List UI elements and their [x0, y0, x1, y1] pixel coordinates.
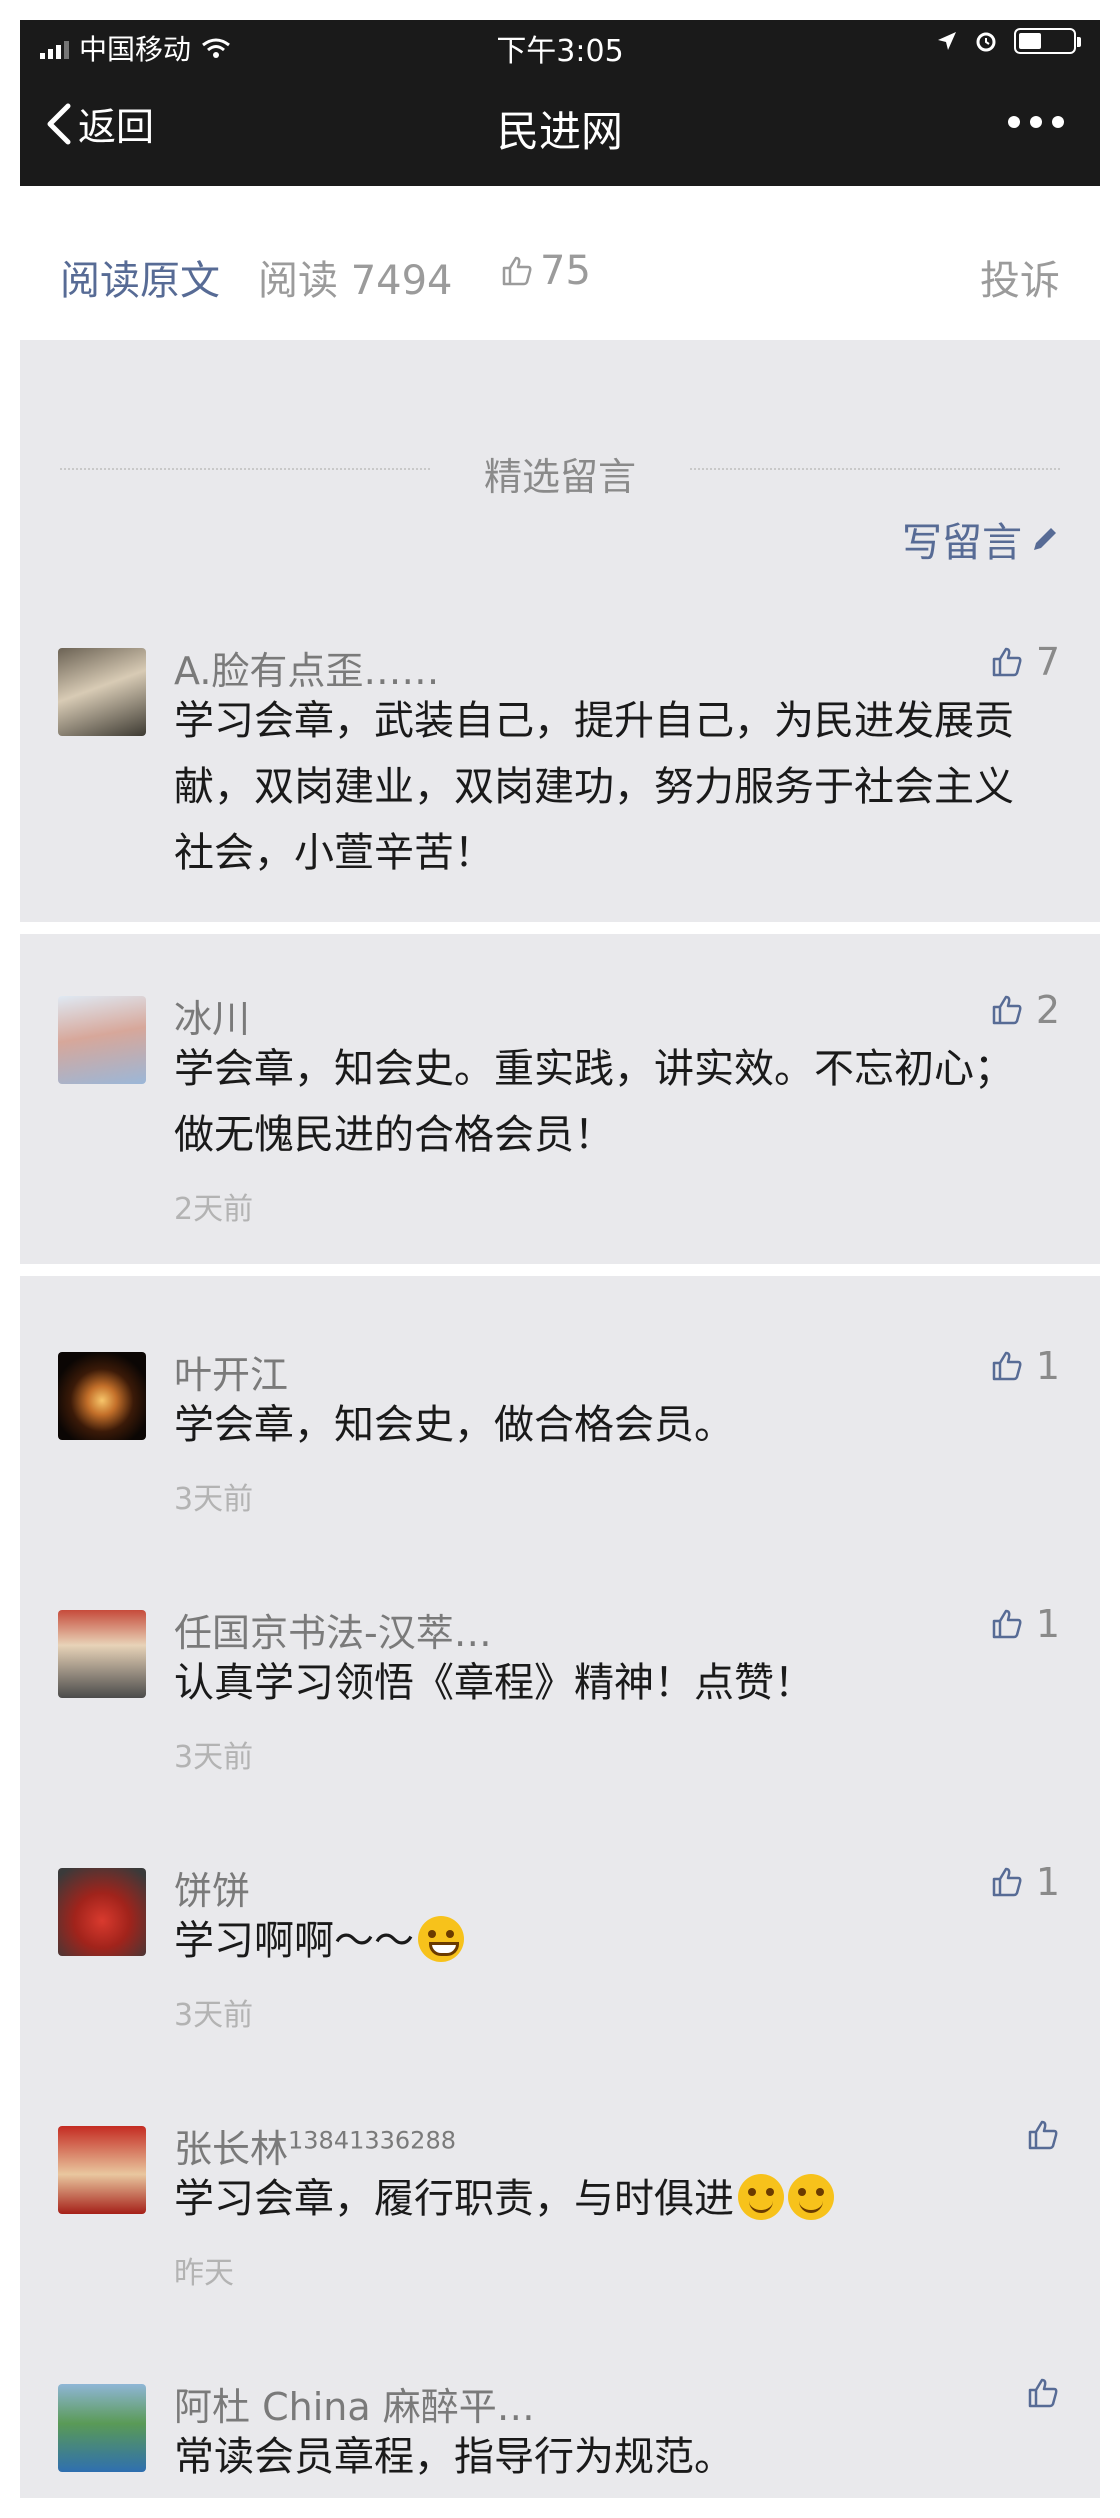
comment-text: 认真学习领悟《章程》精神！点赞！ — [174, 1660, 814, 1706]
comment-time: 3天前 — [174, 1740, 254, 1775]
comment-time: 2天前 — [174, 1192, 254, 1227]
comment-like-button[interactable] — [1026, 2376, 1060, 2410]
comment-time: 3天前 — [174, 1482, 254, 1517]
comment-like-button[interactable]: 2 — [990, 988, 1060, 1032]
write-comment-label: 写留言 — [902, 520, 1022, 566]
comment-nickname[interactable]: A.脸有点歪…… — [174, 640, 439, 695]
nickname-text: 张长林 — [174, 2127, 289, 2171]
article-like-button[interactable]: 75 — [500, 248, 591, 294]
comment-time: 昨天 — [174, 2256, 234, 2291]
comment-like-button[interactable]: 7 — [990, 640, 1060, 684]
avatar[interactable] — [58, 648, 146, 736]
comment-like-count: 7 — [1035, 640, 1060, 684]
comment-text: 学习会章，武装自己，提升自己，为民进发展贡献，双岗建业，双岗建功，努力服务于社会… — [174, 698, 1014, 876]
card-divider — [20, 1264, 1100, 1276]
comment-time: 3天前 — [174, 1998, 254, 2033]
more-button[interactable] — [1008, 116, 1064, 128]
phone-screen: 中国移动 下午3:05 返回 民进网 阅读原文 阅读 7494 75 投诉 精选… — [20, 20, 1100, 2498]
read-count: 阅读 7494 — [258, 258, 453, 304]
comment-nickname[interactable]: 冰川 — [174, 988, 250, 1043]
comment-text: 学习啊啊～～ — [174, 1908, 1034, 1974]
comment-like-button[interactable]: 1 — [990, 1344, 1060, 1388]
comment-text: 学会章，知会史。重实践，讲实效。不忘初心；做无愧民进的合格会员！ — [174, 1046, 1014, 1158]
comment-like-count: 1 — [1035, 1860, 1060, 1904]
article-like-count: 75 — [540, 248, 591, 294]
comment-like-count: 1 — [1035, 1602, 1060, 1646]
read-original-link[interactable]: 阅读原文 — [60, 248, 220, 306]
complain-link[interactable]: 投诉 — [980, 248, 1060, 306]
comment-text-body: 学习会章，履行职责，与时俱进 — [174, 2176, 734, 2222]
comment-nickname[interactable]: 阿杜 China 麻醉平… — [174, 2376, 535, 2431]
section-header: 精选留言 — [60, 446, 1060, 499]
comment-nickname[interactable]: 任国京书法-汉萃… — [174, 1602, 492, 1657]
thumbs-up-icon — [1028, 2378, 1058, 2408]
thumbs-up-icon — [992, 1609, 1022, 1639]
smile-emoji-icon — [738, 2174, 784, 2220]
nickname-suffix: 13841336288 — [288, 2126, 456, 2155]
avatar[interactable] — [58, 1352, 146, 1440]
comment-like-button[interactable]: 1 — [990, 1602, 1060, 1646]
comment-text-body: 学习啊啊～～ — [174, 1918, 414, 1964]
comment-text: 常读会员章程，指导行为规范。 — [174, 2434, 734, 2480]
article-footer: 阅读原文 阅读 7494 75 投诉 — [20, 186, 1100, 340]
thumbs-up-icon — [992, 647, 1022, 677]
alarm-icon — [976, 32, 996, 52]
avatar[interactable] — [58, 996, 146, 1084]
comment-nickname[interactable]: 叶开江 — [174, 1344, 288, 1399]
page-title: 民进网 — [496, 107, 623, 156]
thumbs-up-icon — [1028, 2120, 1058, 2150]
thumbs-up-icon — [992, 1351, 1022, 1381]
avatar[interactable] — [58, 1868, 146, 1956]
card-divider — [20, 922, 1100, 934]
avatar[interactable] — [58, 2126, 146, 2214]
thumbs-up-icon — [502, 256, 532, 286]
comments-section: 精选留言 写留言 A.脸有点歪…… 7 学习会章，武装自己，提升自己，为民进发展… — [20, 340, 1100, 2498]
comment-like-button[interactable]: 1 — [990, 1860, 1060, 1904]
pencil-icon — [1034, 528, 1056, 550]
comment-nickname[interactable]: 饼饼 — [174, 1860, 250, 1915]
location-icon — [938, 32, 956, 50]
comment-like-count: 2 — [1035, 988, 1060, 1032]
section-title: 精选留言 — [483, 455, 636, 499]
nav-bar: 返回 民进网 — [20, 68, 1100, 186]
comment-text: 学习会章，履行职责，与时俱进 — [174, 2166, 1034, 2232]
comment-like-button[interactable] — [1026, 2118, 1060, 2152]
write-comment-button[interactable]: 写留言 — [902, 510, 1060, 568]
comment-text: 学会章，知会史，做合格会员。 — [174, 1402, 734, 1448]
avatar[interactable] — [58, 1610, 146, 1698]
thumbs-up-icon — [992, 995, 1022, 1025]
battery-icon — [1014, 28, 1081, 54]
smile-emoji-icon — [788, 2174, 834, 2220]
status-bar: 中国移动 下午3:05 — [20, 20, 1100, 69]
thumbs-up-icon — [992, 1867, 1022, 1897]
comment-like-count: 1 — [1035, 1344, 1060, 1388]
avatar[interactable] — [58, 2384, 146, 2472]
comment-nickname[interactable]: 张长林13841336288 — [174, 2118, 456, 2173]
grin-emoji-icon — [418, 1916, 464, 1962]
